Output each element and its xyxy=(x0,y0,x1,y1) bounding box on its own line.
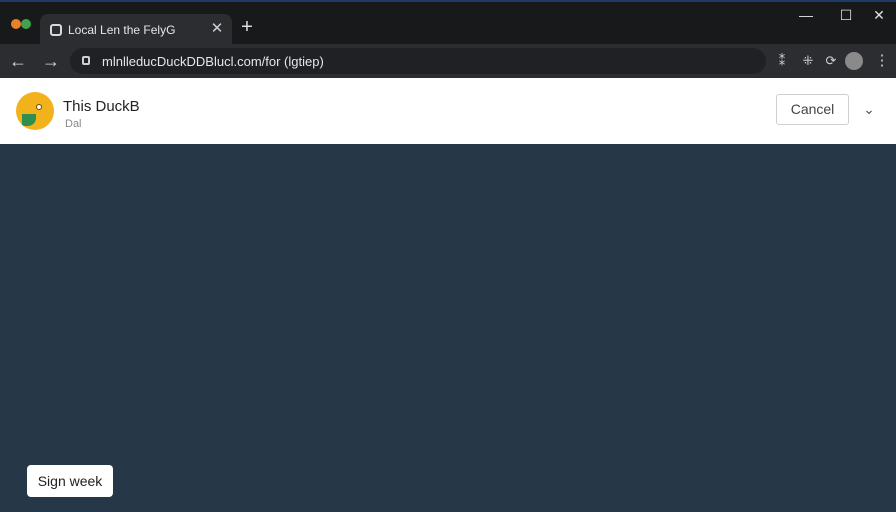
minimize-button[interactable]: — xyxy=(795,6,817,24)
browser-tab[interactable]: Local Len the FelyG ✕ xyxy=(40,14,232,46)
sign-week-button[interactable]: Sign week xyxy=(27,465,113,497)
logo-beak xyxy=(22,114,36,126)
profile-icon[interactable] xyxy=(845,52,863,70)
green-dot-icon xyxy=(21,19,31,29)
orange-dot-icon xyxy=(11,19,21,29)
tab-strip: Local Len the FelyG ✕ + — ☐ ✕ xyxy=(0,0,896,46)
extension-icon-3[interactable]: ⟳ xyxy=(821,51,841,71)
tab-favicon-icon xyxy=(50,24,62,36)
cancel-button[interactable]: Cancel xyxy=(776,94,849,125)
address-bar[interactable]: mlnlleducDuckDDBlucl.com/for (lgtiep) xyxy=(70,48,766,74)
app-subtitle: Dal xyxy=(65,118,82,130)
browser-toolbar: ← → mlnlleducDuckDDBlucl.com/for (lgtiep… xyxy=(0,44,896,78)
url-text[interactable]: mlnlleducDuckDDBlucl.com/for (lgtiep) xyxy=(102,54,324,69)
duck-logo-icon xyxy=(16,92,54,130)
new-tab-button[interactable]: + xyxy=(238,17,256,37)
extension-icon-1[interactable]: ⁑ xyxy=(772,51,792,71)
browser-dots-icon xyxy=(11,19,35,31)
tab-close-icon[interactable]: ✕ xyxy=(208,20,226,38)
maximize-button[interactable]: ☐ xyxy=(835,6,857,24)
main-content: Sign week xyxy=(0,144,896,512)
extension-icon-2[interactable]: ⁜ xyxy=(798,51,818,71)
close-window-button[interactable]: ✕ xyxy=(868,6,890,24)
back-button[interactable]: ← xyxy=(7,50,29,72)
app-header: This DuckB Dal Cancel ⌄ xyxy=(0,78,896,144)
chevron-down-icon[interactable]: ⌄ xyxy=(860,100,878,118)
logo-eye xyxy=(36,104,42,110)
lock-icon xyxy=(82,56,90,65)
browser-window: Local Len the FelyG ✕ + — ☐ ✕ ← → mlnlle… xyxy=(0,0,896,512)
app-title: This DuckB xyxy=(63,98,140,115)
tab-title: Local Len the FelyG xyxy=(68,23,176,37)
menu-icon[interactable]: ⋮ xyxy=(872,51,892,71)
forward-button[interactable]: → xyxy=(40,50,62,72)
